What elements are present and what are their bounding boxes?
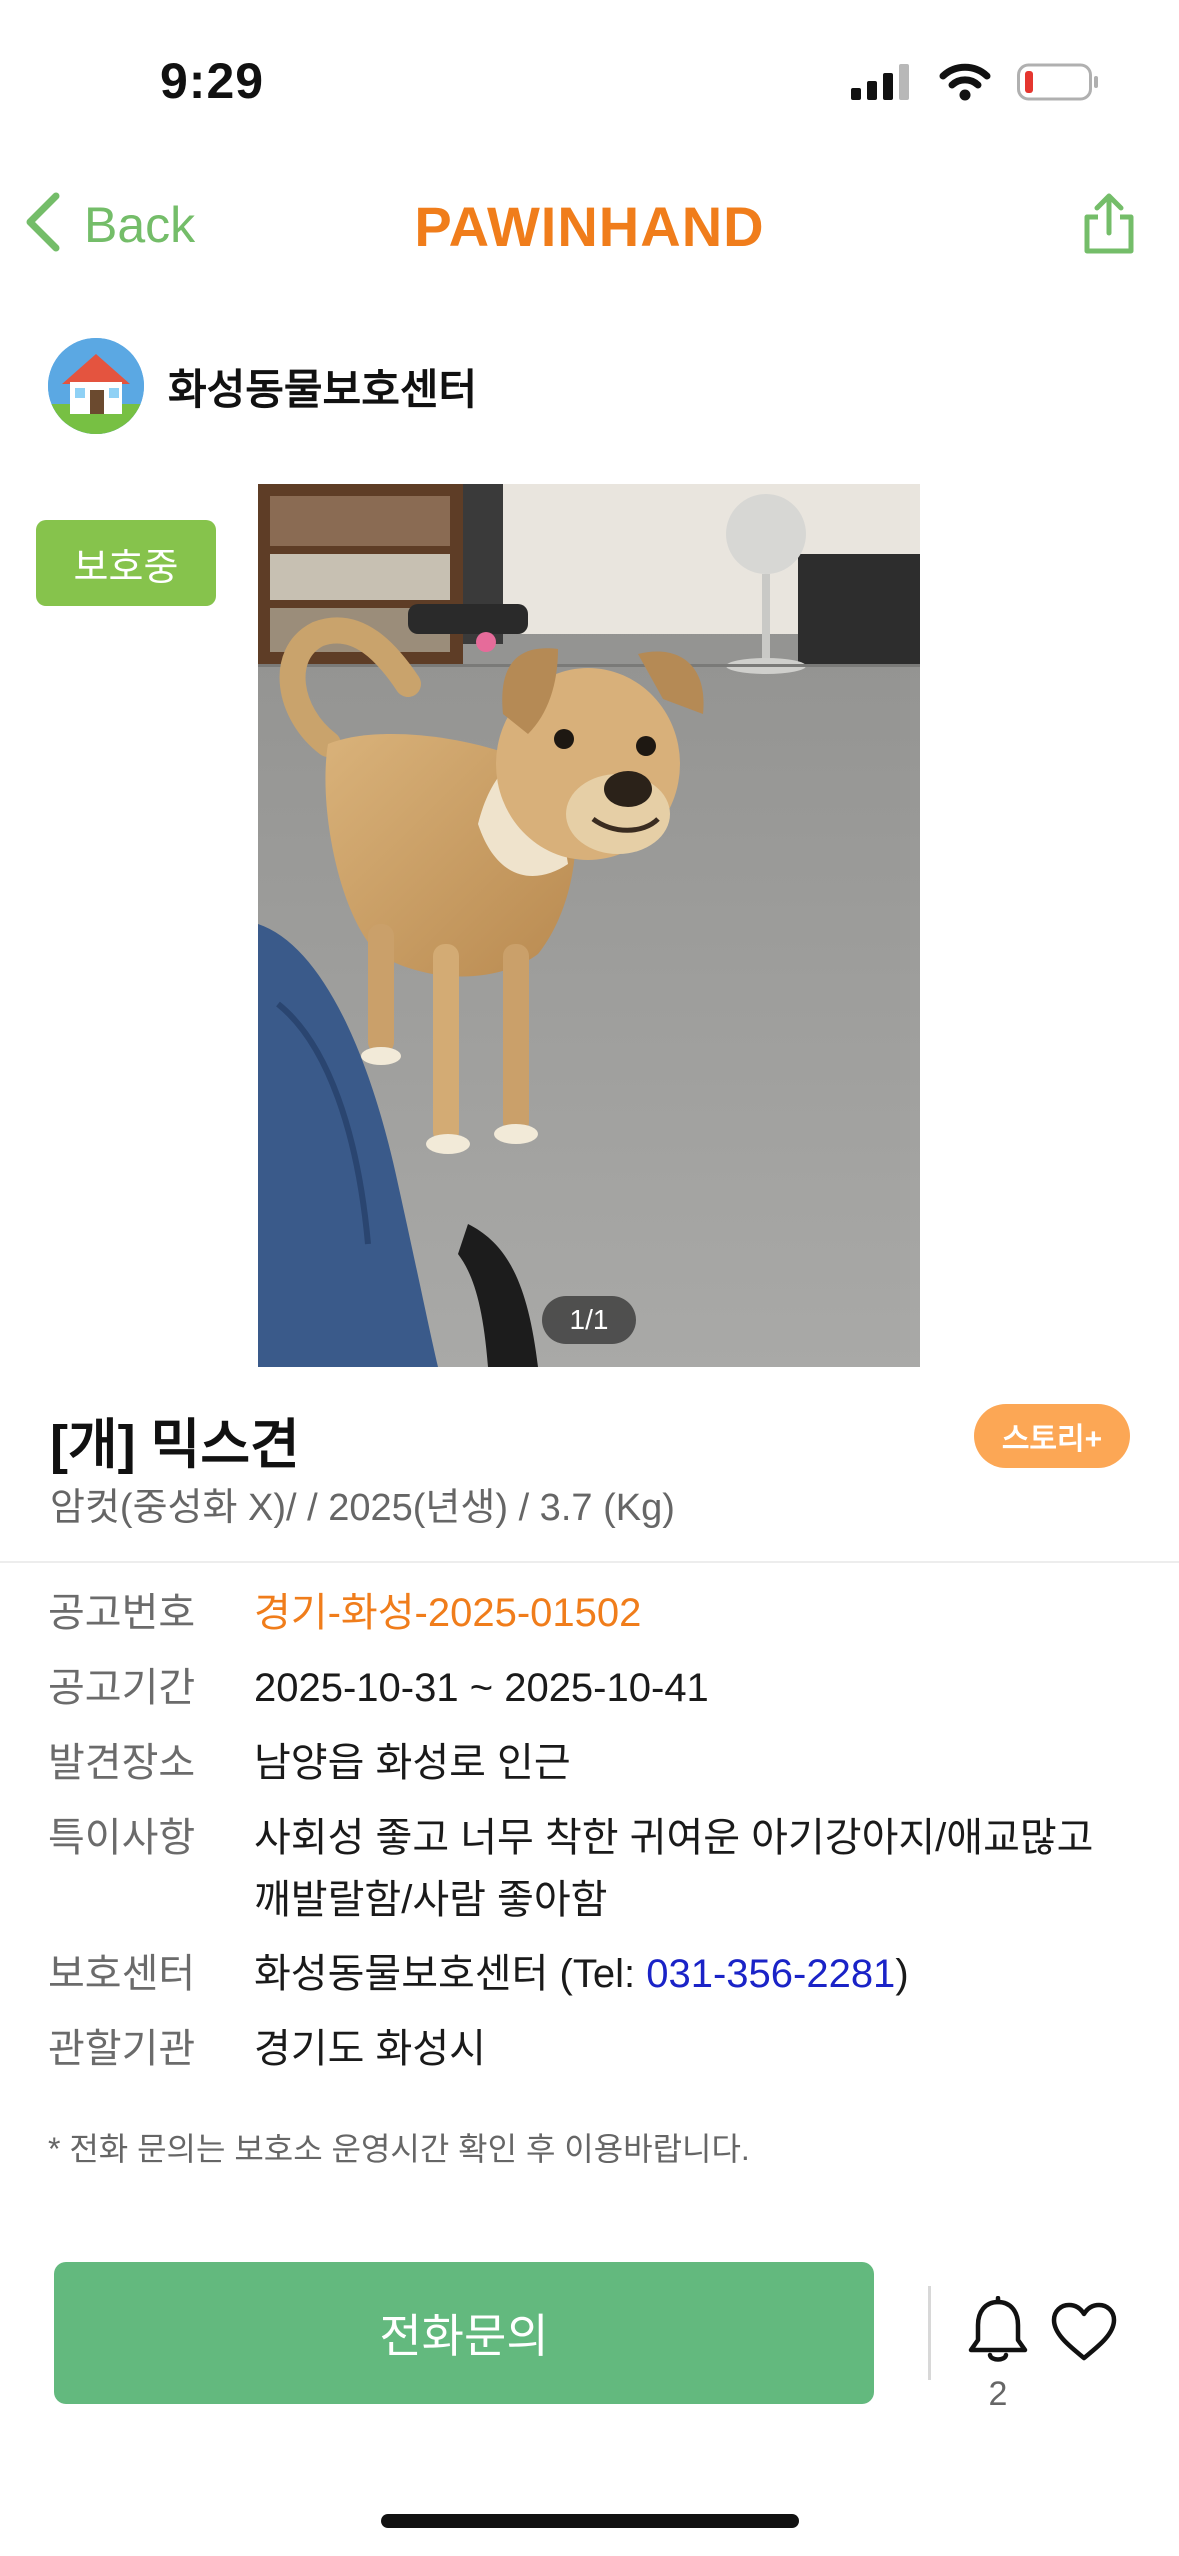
features-value: 사회성 좋고 너무 착한 귀여운 아기강아지/애교많고 깨발랄함/사람 좋아함 (254, 1807, 1093, 1931)
tel-prefix: (Tel: (548, 1952, 647, 1996)
detail-row-features: 특이사항 사회성 좋고 너무 착한 귀여운 아기강아지/애교많고 깨발랄함/사람… (48, 1807, 1093, 1931)
detail-row-authority: 관할기관 경기도 화성시 (48, 2018, 486, 2080)
favorite-button[interactable] (1050, 2302, 1118, 2367)
detail-label: 공고번호 (48, 1591, 196, 1635)
tel-suffix: ) (895, 1952, 909, 1996)
divider (928, 2286, 931, 2380)
detail-row-found-place: 발견장소 남양읍 화성로 인근 (48, 1732, 571, 1794)
center-value: 화성동물보호센터 (Tel: 031-356-2281) (254, 1943, 909, 2005)
share-icon (1079, 193, 1139, 259)
story-plus-button[interactable]: 스토리+ (974, 1404, 1130, 1468)
phone-notice: * 전화 문의는 보호소 운영시간 확인 후 이용바랍니다. (48, 2131, 750, 2167)
notice-period-value: 2025-10-31 ~ 2025-10-41 (254, 1666, 709, 1710)
animal-photo[interactable] (258, 484, 920, 1367)
heart-icon (1050, 2302, 1118, 2366)
notice-number-value: 경기-화성-2025-01502 (254, 1591, 642, 1635)
shelter-name: 화성동물보호센터 (168, 365, 478, 413)
center-name: 화성동물보호센터 (254, 1952, 549, 1996)
animal-title: [개] 믹스견 (50, 1415, 300, 1475)
authority-value: 경기도 화성시 (254, 2027, 486, 2071)
detail-label: 특이사항 (48, 1816, 196, 1860)
status-badge: 보호중 (36, 520, 216, 606)
animal-summary: 암컷(중성화 X)/ / 2025(년생) / 3.7 (Kg) (50, 1487, 675, 1529)
features-line-1: 사회성 좋고 너무 착한 귀여운 아기강아지/애교많고 (254, 1816, 1094, 1860)
status-icons (851, 62, 1099, 107)
signal-icon (851, 64, 913, 105)
found-place-value: 남양읍 화성로 인근 (254, 1741, 571, 1785)
detail-label: 보호센터 (48, 1952, 196, 1996)
features-line-2: 깨발랄함/사람 좋아함 (254, 1878, 608, 1922)
detail-row-notice-period: 공고기간 2025-10-31 ~ 2025-10-41 (48, 1657, 709, 1719)
app-title: PAWINHAND (414, 195, 765, 258)
notification-button[interactable] (966, 2295, 1030, 2371)
battery-icon (1017, 62, 1099, 107)
divider (0, 1561, 1179, 1563)
photo-counter: 1/1 (542, 1296, 636, 1344)
home-indicator[interactable] (381, 2514, 799, 2528)
bell-icon (966, 2295, 1030, 2370)
detail-row-center: 보호센터 화성동물보호센터 (Tel: 031-356-2281) (48, 1943, 909, 2005)
wifi-icon (939, 62, 991, 107)
phone-link[interactable]: 031-356-2281 (646, 1952, 895, 1996)
detail-label: 발견장소 (48, 1741, 196, 1785)
detail-row-notice-no: 공고번호 경기-화성-2025-01502 (48, 1582, 641, 1644)
detail-label: 공고기간 (48, 1666, 196, 1710)
detail-label: 관할기관 (48, 2027, 196, 2071)
shelter-header[interactable]: 화성동물보호센터 (48, 338, 477, 434)
status-time: 9:29 (160, 53, 265, 109)
bell-count: 2 (988, 2375, 1008, 2413)
share-button[interactable] (1079, 193, 1139, 260)
call-inquiry-button[interactable]: 전화문의 (54, 2262, 874, 2404)
house-icon (48, 338, 144, 434)
shelter-avatar (48, 338, 144, 434)
